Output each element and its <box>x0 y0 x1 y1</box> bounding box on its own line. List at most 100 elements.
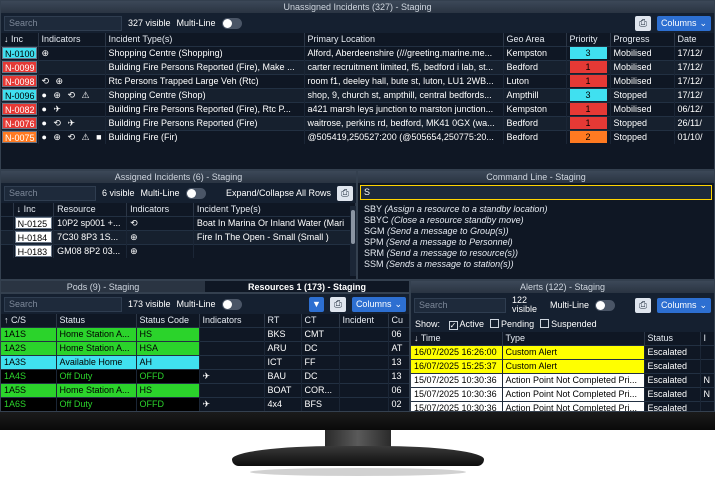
resources-print-icon[interactable]: ⎙ <box>329 296 346 312</box>
incident-id[interactable]: H-0184 <box>13 229 55 244</box>
command-suggestion[interactable]: SRM (Send a message to resource(s)) <box>364 248 708 259</box>
command-suggestion[interactable]: SBYC (Close a resource standby move) <box>364 215 708 226</box>
table-row[interactable]: N-0076 ● ⟲ ✈ Building Fire Persons Reporte… <box>1 115 714 130</box>
alerts-col-header-2[interactable]: Status <box>644 332 701 345</box>
row-expander[interactable] <box>1 229 14 244</box>
resources-col-header-2[interactable]: Status Code <box>136 314 200 327</box>
assigned-col-header-3[interactable]: Indicators <box>126 203 194 216</box>
table-row[interactable]: N-0100 ⊕ Shopping Centre (Shopping) Alford,… <box>1 45 714 60</box>
resources-col-header-1[interactable]: Status <box>56 314 137 327</box>
resource: GM08 8P2 03... <box>53 243 128 258</box>
table-row[interactable]: 1A6S Off Duty OFFD ✈ 4x4 BFS 02 <box>1 396 409 411</box>
incident-id[interactable]: N-0098 <box>1 73 39 88</box>
resources-col-header-4[interactable]: RT <box>264 314 302 327</box>
resources-columns-button[interactable]: Columns ⌄ <box>351 296 406 312</box>
priority-cell: 1 <box>566 73 611 88</box>
assigned-scrollbar[interactable] <box>350 206 356 276</box>
resources-col-header-3[interactable]: Indicators <box>199 314 265 327</box>
incident-id[interactable]: N-0099 <box>1 59 39 74</box>
incident-id[interactable]: N-0096 <box>1 87 39 102</box>
resources-col-header-6[interactable]: Incident <box>339 314 389 327</box>
row-expander[interactable] <box>1 215 14 230</box>
incident-id[interactable]: N-0076 <box>1 115 39 130</box>
filter-icon[interactable]: ▼ <box>309 296 324 312</box>
resources-search-input[interactable]: Search <box>4 296 122 312</box>
assigned-print-icon[interactable]: ⎙ <box>337 185 353 201</box>
table-row[interactable]: H-0184 7C30 8P3 1S... ⊕ Fire In The Open - … <box>1 229 356 244</box>
alerts-search-input[interactable]: Search <box>414 297 506 313</box>
table-row[interactable]: 1A4S Off Duty OFFD ✈ BAU DC 13 <box>1 368 409 383</box>
assigned-col-header-1[interactable]: ↓ Inc <box>13 203 55 216</box>
unassigned-col-header-3[interactable]: Primary Location <box>304 33 504 46</box>
table-row[interactable]: N-0125 10P2 sp001 +... ⟲ Boat In Marina Or … <box>1 215 356 230</box>
resources-multiline-toggle[interactable] <box>221 298 242 310</box>
resources-col-header-0[interactable]: ↑ C/S <box>1 314 57 327</box>
resource: 10P2 sp001 +... <box>53 215 128 230</box>
unassigned-multiline-toggle[interactable] <box>221 17 242 29</box>
table-row[interactable]: N-0096 ● ⊕ ⟲ ⚠ Shopping Centre (Shop) shop,… <box>1 87 714 102</box>
date: 01/10/ <box>674 129 714 144</box>
unassigned-col-header-5[interactable]: Priority <box>566 33 611 46</box>
priority-badge: 1 <box>569 103 607 115</box>
table-row[interactable]: N-0082 ● ✈ Building Fire Persons Reported … <box>1 101 714 116</box>
alerts-filter-suspended[interactable]: Suspended <box>540 319 597 329</box>
incident-id[interactable]: N-0100 <box>1 45 39 60</box>
status: Off Duty <box>56 368 137 383</box>
unassigned-columns-button[interactable]: Columns ⌄ <box>656 15 711 31</box>
table-row[interactable]: 15/07/2025 10:30:36 Action Point Not Comp… <box>411 372 714 387</box>
alerts-filter-pending[interactable]: Pending <box>490 319 534 329</box>
alerts-multiline-toggle[interactable] <box>595 299 616 311</box>
assigned-col-header-2[interactable]: Resource <box>53 203 128 216</box>
table-row[interactable]: 1A2S Home Station A... HSA ARU DC AT <box>1 340 409 355</box>
table-row[interactable]: 16/07/2025 16:26:00 Custom Alert Escalated <box>411 344 714 359</box>
incident-id[interactable]: H-0183 <box>13 243 55 258</box>
resources-col-header-7[interactable]: Cu <box>388 314 409 327</box>
assigned-col-header-0[interactable] <box>1 203 14 216</box>
table-row[interactable]: 1A5S Home Station A... HS BOAT COR... 06 <box>1 382 409 397</box>
table-row[interactable]: 1A3S Available Home AH ICT FF 13 <box>1 354 409 369</box>
unassigned-print-icon[interactable]: ⎙ <box>634 15 651 31</box>
geo-area: Luton <box>503 73 567 88</box>
current: 06 <box>388 382 409 397</box>
table-row[interactable]: 16/07/2025 15:25:37 Custom Alert Escalated <box>411 358 714 373</box>
unassigned-col-header-7[interactable]: Date <box>674 33 714 46</box>
incident-id[interactable]: N-0075 <box>1 129 39 144</box>
unassigned-search-input[interactable]: Search <box>4 15 122 31</box>
command-suggestion[interactable]: SBY (Assign a resource to a standby loca… <box>364 204 708 215</box>
alerts-col-header-3[interactable]: I <box>700 332 714 345</box>
tab-pods[interactable]: Pods (9) - Staging <box>1 281 205 292</box>
command-suggestion[interactable]: SSM (Sends a message to station(s)) <box>364 259 708 270</box>
assigned-multiline-toggle[interactable] <box>185 187 206 199</box>
unassigned-col-header-0[interactable]: ↓ Inc <box>1 33 39 46</box>
table-row[interactable]: N-0098 ⟲ ⊕ Rtc Persons Trapped Large Veh (… <box>1 73 714 88</box>
row-expander[interactable] <box>1 243 14 258</box>
alerts-col-header-1[interactable]: Type <box>502 332 645 345</box>
unassigned-col-header-2[interactable]: Incident Type(s) <box>105 33 305 46</box>
command-suggestion[interactable]: SGM (Send a message to Group(s)) <box>364 226 708 237</box>
table-row[interactable]: 1A1S Home Station A... HS BKS CMT 06 <box>1 326 409 341</box>
incident-id[interactable]: N-0125 <box>13 215 55 230</box>
command-suggestion[interactable]: SPM (Send a message to Personnel) <box>364 237 708 248</box>
table-row[interactable]: 15/07/2025 10:30:36 Action Point Not Comp… <box>411 386 714 401</box>
unassigned-col-header-4[interactable]: Geo Area <box>503 33 567 46</box>
resources-col-header-5[interactable]: CT <box>301 314 340 327</box>
callsign: 1A4S <box>1 368 57 383</box>
assigned-col-header-4[interactable]: Incident Type(s) <box>193 203 356 216</box>
table-row[interactable]: H-0183 GM08 8P2 03... ⊕ <box>1 243 356 258</box>
table-row[interactable]: 15/07/2025 10:30:36 Action Point Not Comp… <box>411 400 714 411</box>
unassigned-col-header-6[interactable]: Progress <box>610 33 675 46</box>
alerts-columns-button[interactable]: Columns ⌄ <box>656 297 711 313</box>
expand-collapse-button[interactable]: Expand/Collapse All Rows <box>226 188 331 198</box>
table-row[interactable]: N-0099 Building Fire Persons Reported (Fi… <box>1 59 714 74</box>
alerts-col-header-0[interactable]: ↓ Time <box>411 332 503 345</box>
table-row[interactable]: N-0075 ● ⊕ ⟲ ⚠ ■ Building Fire (Fir) @50541… <box>1 129 714 144</box>
tab-resources[interactable]: Resources 1 (173) - Staging <box>205 281 409 292</box>
alerts-print-icon[interactable]: ⎙ <box>634 297 651 313</box>
assigned-search-input[interactable]: Search <box>4 185 96 201</box>
command-input[interactable]: S <box>360 185 712 200</box>
incident-id[interactable]: N-0082 <box>1 101 39 116</box>
unassigned-col-header-1[interactable]: Indicators <box>38 33 106 46</box>
alerts-filter-active[interactable]: ✓ Active <box>448 319 485 330</box>
unassigned-table: ↓ Inc Indicators Incident Type(s) Primary L… <box>1 33 714 144</box>
filter-label: Active <box>459 319 485 329</box>
